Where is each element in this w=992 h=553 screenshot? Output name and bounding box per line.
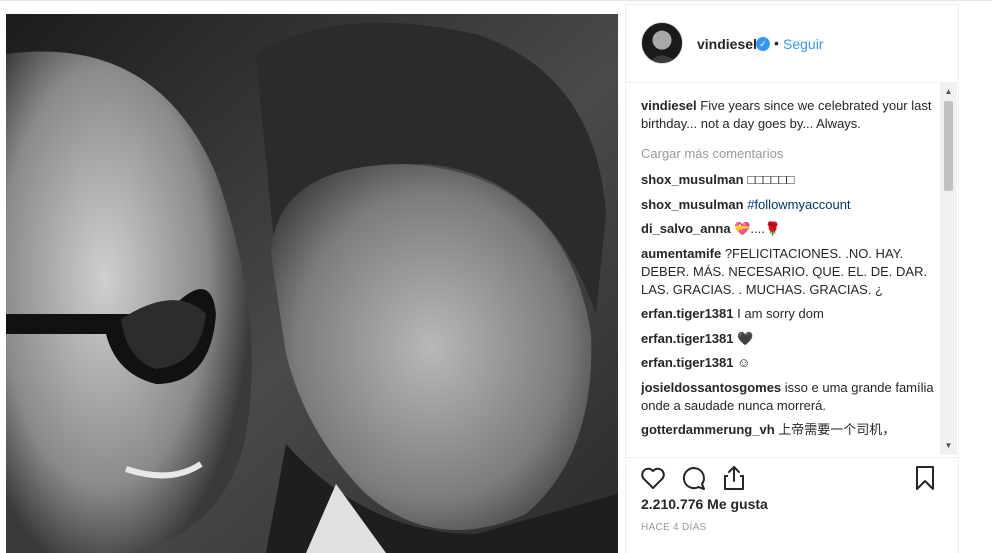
comment-username[interactable]: aumentamife: [641, 246, 721, 261]
avatar[interactable]: [641, 22, 683, 64]
avatar-image: [642, 23, 682, 63]
post-caption: vindiesel Five years since we celebrated…: [641, 97, 941, 133]
post-photo[interactable]: [6, 14, 618, 553]
comment-text: 💝....🌹: [734, 221, 782, 236]
scroll-down-arrow-icon[interactable]: ▼: [940, 439, 957, 453]
comment-item: erfan.tiger1381 🖤: [641, 330, 941, 348]
comments-scrollbar[interactable]: ▲ ▼: [940, 83, 957, 455]
comment-item: shox_musulman #followmyaccount: [641, 196, 941, 214]
separator-dot: •: [774, 35, 779, 51]
caption-username[interactable]: vindiesel: [641, 98, 697, 113]
comment-text: □□□□□□: [747, 172, 795, 187]
comment-item: di_salvo_anna 💝....🌹: [641, 220, 941, 238]
instagram-post-page: vindiesel ✓ • Seguir vindiesel Five year…: [0, 0, 992, 553]
comment-text: ☺: [737, 355, 751, 370]
comment-item: aumentamife ?FELICITACIONES. .NO. HAY. D…: [641, 245, 941, 299]
post-timestamp[interactable]: HACE 4 DÍAS: [641, 522, 707, 533]
comment-item: erfan.tiger1381 ☺: [641, 354, 941, 372]
comment-item: erfan.tiger1381 I am sorry dom: [641, 305, 941, 323]
post-actions-bar: [626, 457, 958, 497]
top-divider: [0, 0, 992, 1]
comment-username[interactable]: di_salvo_anna: [641, 221, 731, 236]
comment-username[interactable]: erfan.tiger1381: [641, 331, 734, 346]
comment-username[interactable]: shox_musulman: [641, 197, 744, 212]
post-username[interactable]: vindiesel: [697, 36, 757, 52]
share-icon[interactable]: [720, 464, 748, 492]
comment-username[interactable]: erfan.tiger1381: [641, 306, 734, 321]
follow-button[interactable]: Seguir: [783, 36, 823, 52]
comment-username[interactable]: erfan.tiger1381: [641, 355, 734, 370]
scroll-up-arrow-icon[interactable]: ▲: [940, 85, 957, 99]
comment-text: 🖤: [737, 330, 754, 346]
comments-list[interactable]: vindiesel Five years since we celebrated…: [641, 97, 941, 452]
scrollbar-thumb[interactable]: [944, 101, 953, 191]
comment-text: 上帝需要一个司机，: [778, 422, 896, 437]
likes-count[interactable]: 2.210.776 Me gusta: [641, 496, 768, 512]
comment-username[interactable]: shox_musulman: [641, 172, 744, 187]
comment-item: shox_musulman □□□□□□: [641, 171, 941, 189]
comment-item: gotterdammerung_vh 上帝需要一个司机，: [641, 421, 941, 439]
bookmark-icon[interactable]: [911, 464, 939, 492]
load-more-comments-link[interactable]: Cargar más comentarios: [641, 145, 941, 163]
comment-username[interactable]: gotterdammerung_vh: [641, 422, 775, 437]
comment-username[interactable]: josieldossantosgomes: [641, 380, 781, 395]
comment-item: josieldossantosgomes isso e uma grande f…: [641, 379, 941, 415]
post-side-panel: vindiesel ✓ • Seguir vindiesel Five year…: [625, 4, 959, 553]
comment-hashtag-link[interactable]: #followmyaccount: [747, 197, 850, 212]
post-photo-image: [6, 14, 618, 553]
comment-bubble-icon[interactable]: [679, 464, 707, 492]
comment-text: I am sorry dom: [737, 306, 824, 321]
verified-badge-icon: ✓: [756, 37, 770, 51]
heart-icon[interactable]: [639, 464, 667, 492]
post-header: vindiesel ✓ • Seguir: [626, 5, 958, 83]
